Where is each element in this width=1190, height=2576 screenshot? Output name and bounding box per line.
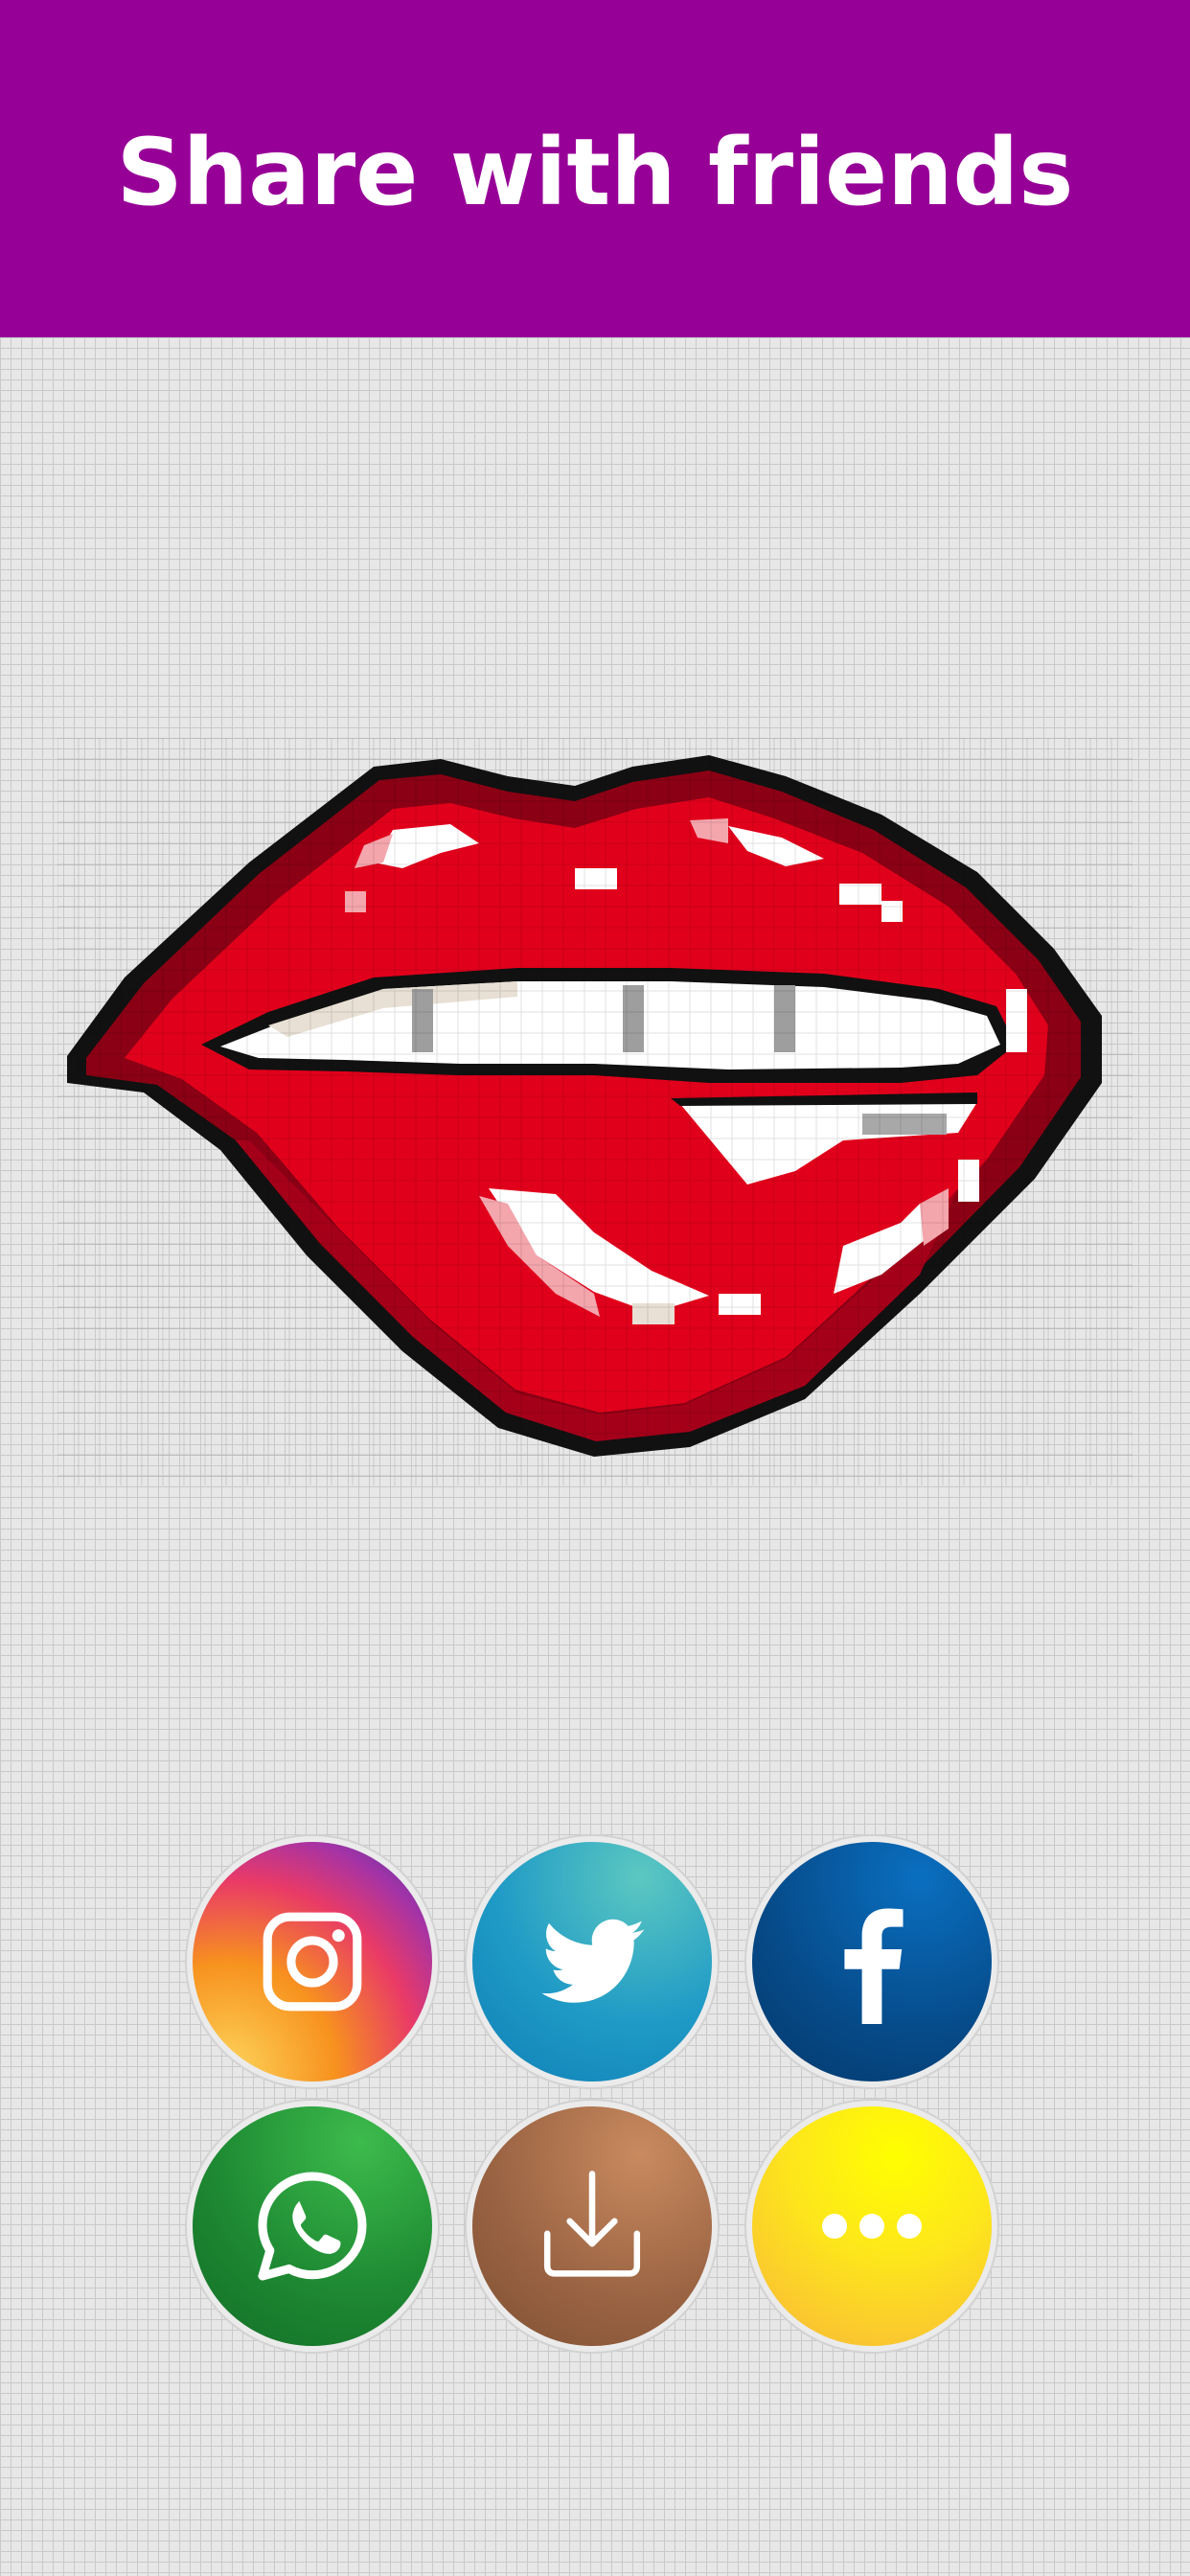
facebook-share-button[interactable]	[752, 1842, 992, 2082]
twitter-icon	[541, 1919, 645, 2003]
download-icon	[543, 2171, 641, 2277]
more-options-button[interactable]	[752, 2106, 992, 2346]
lips-artwork	[57, 738, 1133, 1485]
pixel-art-canvas	[57, 738, 1133, 1485]
page-title: Share with friends	[116, 119, 1074, 226]
twitter-share-button[interactable]	[472, 1842, 712, 2082]
whatsapp-share-button[interactable]	[193, 2106, 432, 2346]
facebook-icon	[844, 1908, 904, 2024]
whatsapp-icon	[258, 2172, 367, 2281]
more-icon	[822, 2214, 922, 2239]
instagram-share-button[interactable]	[193, 1842, 432, 2082]
instagram-icon	[263, 1912, 362, 2012]
download-button[interactable]	[472, 2106, 712, 2346]
header-bar: Share with friends	[0, 0, 1190, 337]
